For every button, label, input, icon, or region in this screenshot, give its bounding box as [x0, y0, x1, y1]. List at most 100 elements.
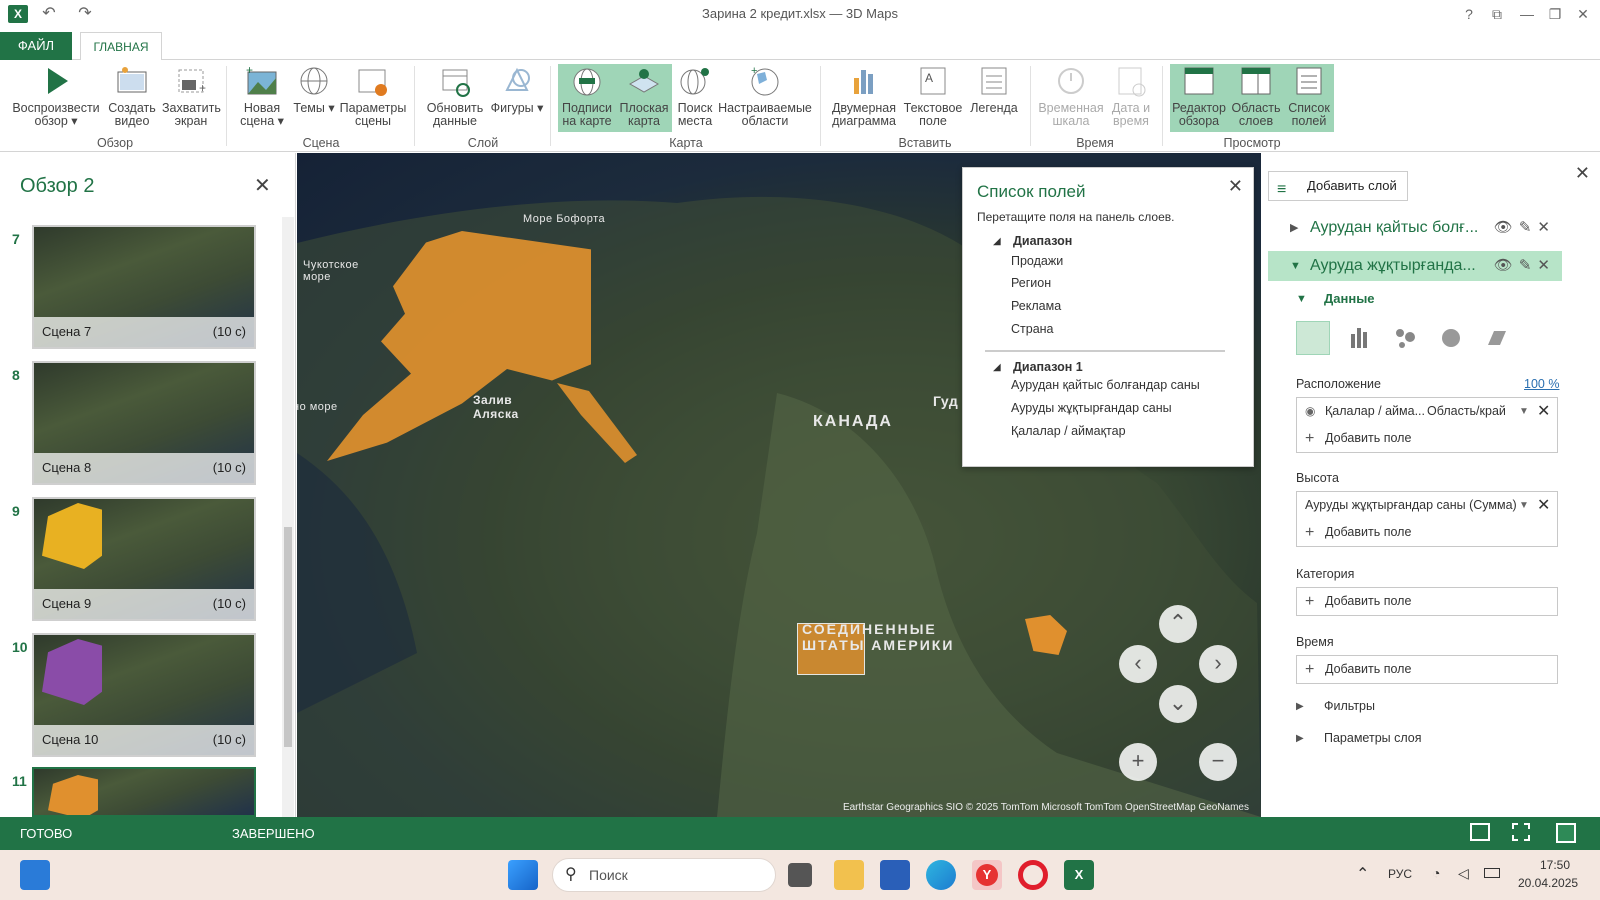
pencil-icon[interactable]: ✎	[1519, 219, 1538, 236]
expand-chevron-icon[interactable]: ▼	[1290, 251, 1301, 281]
collapse-triangle-icon[interactable]: ◢	[993, 236, 1001, 247]
zoom-out-button[interactable]: −	[1199, 743, 1237, 781]
excel-taskbar-icon[interactable]: X	[1064, 860, 1094, 890]
close-icon[interactable]: ✕	[1228, 176, 1243, 197]
rotate-right-button[interactable]: ›	[1199, 645, 1237, 683]
start-icon[interactable]	[508, 860, 538, 890]
field-item[interactable]: Ауруды жұқтырғандар саны	[1011, 401, 1172, 415]
fullscreen-view-icon[interactable]	[1512, 823, 1530, 841]
edge-icon[interactable]	[926, 860, 956, 890]
pencil-icon[interactable]: ✎	[1519, 257, 1538, 274]
timeline-button[interactable]: Временная шкала	[1036, 64, 1106, 132]
tilt-up-button[interactable]: ⌃	[1159, 605, 1197, 643]
refresh-data-button[interactable]: Обновить данные	[422, 64, 488, 132]
radio-icon[interactable]: ◉	[1305, 398, 1315, 425]
create-video-button[interactable]: Создать видео	[104, 64, 160, 132]
full-screen-button[interactable]: ⧉	[1484, 4, 1510, 24]
delete-icon[interactable]: ✕	[1537, 492, 1550, 519]
task-view-icon[interactable]	[788, 863, 812, 887]
location-type[interactable]: Область/край	[1427, 398, 1506, 425]
field-item[interactable]: Страна	[1011, 322, 1054, 336]
flat-map-button[interactable]: Плоская карта	[616, 64, 672, 132]
scene-thumbnail[interactable]: Сцена 7 (10 с)	[32, 225, 256, 349]
map-labels-button[interactable]: Подписи на карте	[558, 64, 616, 132]
chart-2d-button[interactable]: Двумерная диаграмма	[828, 64, 900, 132]
region-icon[interactable]	[1480, 321, 1514, 355]
location-percent[interactable]: 100 %	[1524, 377, 1559, 391]
tilt-down-button[interactable]: ⌄	[1159, 685, 1197, 723]
add-field-row[interactable]: + Добавить поле	[1297, 656, 1557, 683]
field-list-button[interactable]: Список полей	[1284, 64, 1334, 132]
clock-date[interactable]: 20.04.2025	[1518, 876, 1578, 890]
tour-editor-button[interactable]: Редактор обзора	[1170, 64, 1228, 132]
scrollbar-thumb[interactable]	[284, 527, 292, 747]
help-button[interactable]: ?	[1456, 4, 1482, 24]
expand-chevron-icon[interactable]: ▶	[1290, 213, 1298, 243]
tour-scrollbar[interactable]	[282, 217, 294, 817]
scene-options-button[interactable]: Параметры сцены	[338, 64, 408, 132]
themes-button[interactable]: Темы ▾	[292, 64, 336, 132]
add-field-row[interactable]: + Добавить поле	[1297, 588, 1557, 615]
file-explorer-icon[interactable]	[834, 860, 864, 890]
scene-thumbnail[interactable]	[32, 767, 256, 817]
delete-icon[interactable]: ✕	[1537, 398, 1550, 425]
location-field-row[interactable]: ◉ Қалалар / айма... Область/край ▼ ✕	[1297, 398, 1557, 425]
close-icon[interactable]: ✕	[254, 173, 271, 198]
normal-view-icon[interactable]	[1470, 823, 1490, 841]
text-box-button[interactable]: A Текстовое поле	[902, 64, 964, 132]
collapse-triangle-icon[interactable]: ◢	[993, 362, 1001, 373]
zoom-fit-icon[interactable]	[1556, 823, 1576, 843]
scene-thumbnail[interactable]: Сцена 8 (10 с)	[32, 361, 256, 485]
field-item[interactable]: Продажи	[1011, 254, 1063, 268]
delete-icon[interactable]: ✕	[1537, 219, 1556, 236]
add-field-row[interactable]: + Добавить поле	[1297, 425, 1557, 452]
close-icon[interactable]: ✕	[1575, 163, 1590, 184]
volume-icon[interactable]: ◁	[1458, 865, 1469, 882]
field-item[interactable]: Регион	[1011, 276, 1051, 290]
clock-time[interactable]: 17:50	[1540, 858, 1570, 872]
zoom-in-button[interactable]: +	[1119, 743, 1157, 781]
tab-file[interactable]: ФАЙЛ	[0, 32, 72, 60]
date-time-button[interactable]: Дата и время	[1108, 64, 1154, 132]
scene-thumbnail[interactable]: Сцена 10 (10 с)	[32, 633, 256, 757]
chevron-up-icon[interactable]: ⌃	[1356, 864, 1369, 884]
expand-chevron-icon[interactable]: ▶	[1296, 701, 1304, 712]
store-icon[interactable]	[880, 860, 910, 890]
add-layer-button[interactable]: ≡ Добавить слой	[1268, 171, 1408, 201]
add-field-row[interactable]: + Добавить поле	[1297, 519, 1557, 546]
field-item[interactable]: Реклама	[1011, 299, 1061, 313]
find-location-button[interactable]: Поиск места	[672, 64, 718, 132]
heat-map-icon[interactable]	[1434, 321, 1468, 355]
restore-button[interactable]: ❐	[1542, 4, 1568, 24]
shapes-button[interactable]: Фигуры ▾	[490, 64, 544, 132]
wifi-icon[interactable]: ◔	[1432, 865, 1440, 881]
taskbar-search[interactable]: ⚲ Поиск	[552, 858, 776, 892]
language-indicator[interactable]: РУС	[1388, 867, 1412, 881]
close-button[interactable]: ✕	[1570, 4, 1596, 24]
capture-screen-button[interactable]: + Захватить экран	[162, 64, 221, 132]
eye-icon[interactable]: 👁	[1494, 257, 1519, 274]
legend-button[interactable]: Легенда	[966, 64, 1022, 132]
opera-icon[interactable]	[1018, 860, 1048, 890]
layer-item[interactable]: ▶ Аурудан қайтыс болғ... 👁✎✕	[1268, 213, 1562, 243]
eye-icon[interactable]: 👁	[1494, 219, 1519, 236]
layer-item[interactable]: ▼ Ауруда жұқтырғанда... 👁✎✕	[1268, 251, 1562, 281]
rotate-left-button[interactable]: ‹	[1119, 645, 1157, 683]
dropdown-arrow-icon[interactable]: ▼	[1519, 492, 1529, 519]
collapse-chevron-icon[interactable]: ▼	[1296, 293, 1307, 305]
bubble-icon[interactable]	[1388, 321, 1422, 355]
battery-icon[interactable]	[1484, 868, 1500, 878]
stacked-column-icon[interactable]	[1296, 321, 1330, 355]
new-scene-button[interactable]: + Новая сцена ▾	[234, 64, 290, 132]
yandex-browser-icon[interactable]: Y	[972, 860, 1002, 890]
dropdown-arrow-icon[interactable]: ▼	[1519, 398, 1529, 425]
clustered-column-icon[interactable]	[1342, 321, 1376, 355]
tab-home[interactable]: ГЛАВНАЯ	[80, 32, 162, 61]
layer-options-section[interactable]: Параметры слоя	[1324, 731, 1422, 745]
minimize-button[interactable]: —	[1514, 4, 1540, 24]
expand-chevron-icon[interactable]: ▶	[1296, 733, 1304, 744]
custom-regions-button[interactable]: + Настраиваемые области	[718, 64, 812, 132]
delete-icon[interactable]: ✕	[1537, 257, 1556, 274]
height-field-row[interactable]: Ауруды жұқтырғандар саны (Сумма) ▼ ✕	[1297, 492, 1557, 519]
field-item[interactable]: Қалалар / аймақтар	[1011, 424, 1126, 438]
